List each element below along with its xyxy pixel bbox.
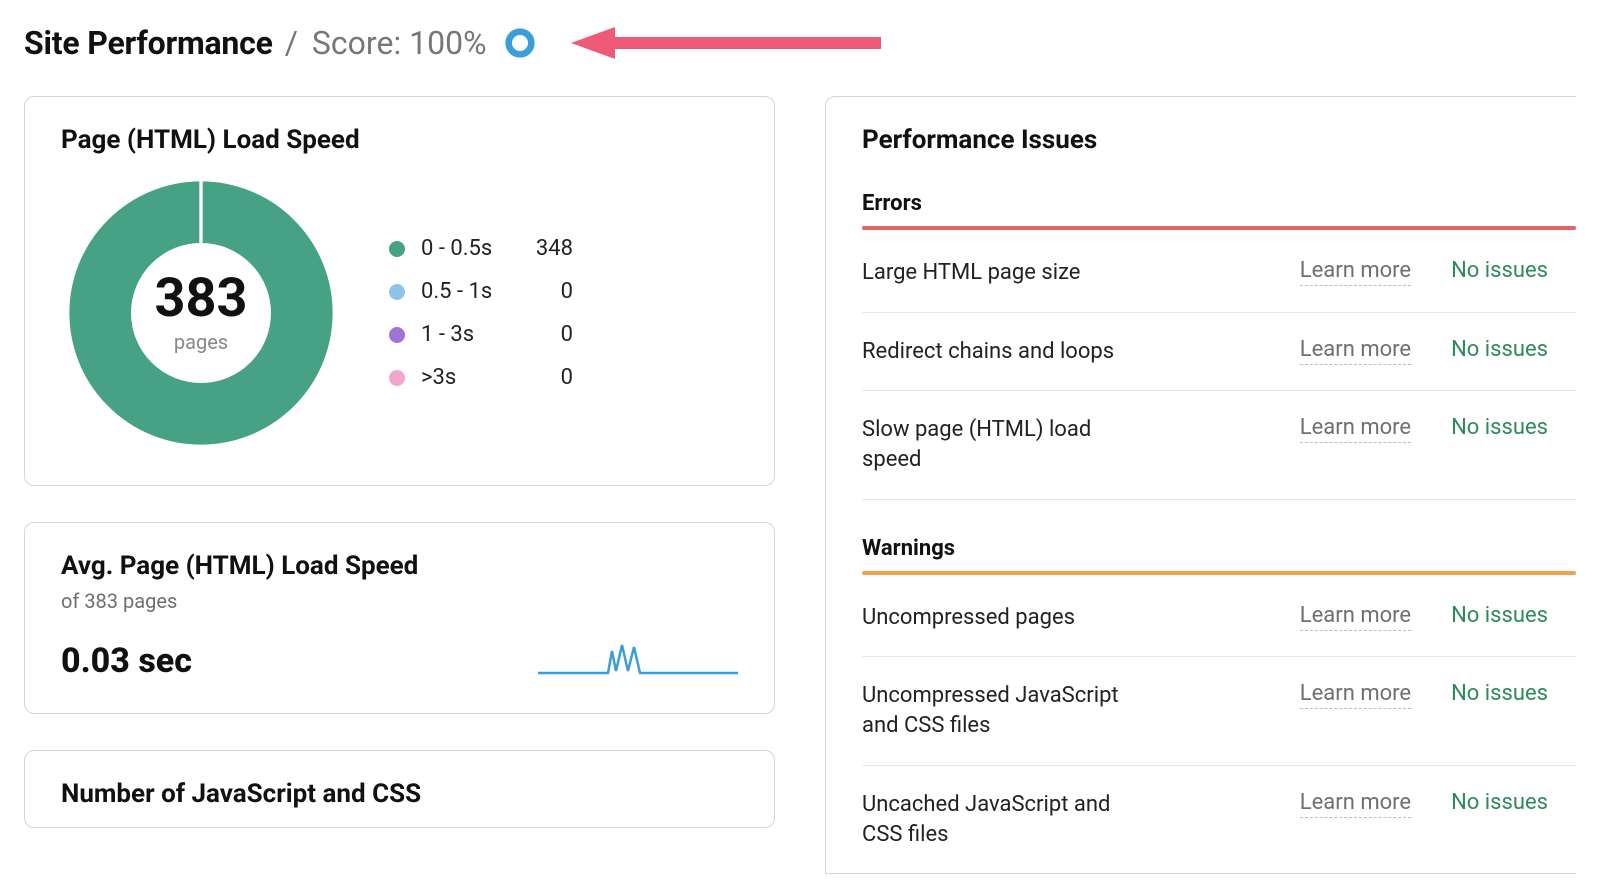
issue-row: Slow page (HTML) load speed Learn more N… [862,391,1576,499]
learn-more-link[interactable]: Learn more [1300,603,1411,631]
issue-row: Uncompressed JavaScript and CSS files Le… [862,657,1576,765]
legend-value: 348 [525,236,573,261]
page-header: Site Performance / Score: 100% [24,24,1576,62]
errors-heading: Errors [862,191,1576,226]
legend-dot-icon [389,241,405,257]
learn-more-link[interactable]: Learn more [1300,337,1411,365]
issue-name: Slow page (HTML) load speed [862,415,1142,474]
issue-status: No issues [1451,681,1548,706]
legend-dot-icon [389,370,405,386]
score-donut-icon [503,26,537,60]
donut-unit: pages [174,330,228,354]
warnings-separator [862,571,1576,575]
issue-row: Uncached JavaScript and CSS files Learn … [862,766,1576,873]
avg-load-speed-card: Avg. Page (HTML) Load Speed of 383 pages… [24,522,775,714]
errors-block: Errors Large HTML page size Learn more N… [862,191,1576,500]
load-speed-donut: 383 pages [61,173,341,453]
errors-separator [862,226,1576,230]
issue-row: Large HTML page size Learn more No issue… [862,234,1576,313]
issue-status: No issues [1451,790,1548,815]
performance-issues-card: Performance Issues Errors Large HTML pag… [825,96,1576,874]
warnings-block: Warnings Uncompressed pages Learn more N… [862,536,1576,873]
sparkline-icon [538,631,738,681]
learn-more-link[interactable]: Learn more [1300,681,1411,709]
load-speed-card: Page (HTML) Load Speed 383 pages 0 - 0.5… [24,96,775,486]
legend-label: 0 - 0.5s [421,236,511,261]
learn-more-link[interactable]: Learn more [1300,258,1411,286]
issue-status: No issues [1451,415,1548,440]
donut-legend: 0 - 0.5s 348 0.5 - 1s 0 1 - 3s 0 >3s 0 [389,236,573,390]
score-label: Score: 100% [312,24,487,62]
issue-row: Uncompressed pages Learn more No issues [862,579,1576,658]
issue-status: No issues [1451,337,1548,362]
issue-row: Redirect chains and loops Learn more No … [862,313,1576,392]
legend-dot-icon [389,327,405,343]
donut-total: 383 [155,272,248,326]
learn-more-link[interactable]: Learn more [1300,790,1411,818]
warnings-heading: Warnings [862,536,1576,571]
legend-dot-icon [389,284,405,300]
js-css-title: Number of JavaScript and CSS [61,779,738,809]
js-css-card: Number of JavaScript and CSS [24,750,775,828]
avg-subtitle: of 383 pages [61,589,738,613]
legend-value: 0 [525,322,573,347]
issue-name: Redirect chains and loops [862,337,1142,367]
legend-label: >3s [421,365,511,390]
issue-name: Uncached JavaScript and CSS files [862,790,1142,849]
legend-value: 0 [525,365,573,390]
legend-label: 1 - 3s [421,322,511,347]
issue-status: No issues [1451,603,1548,628]
left-column: Page (HTML) Load Speed 383 pages 0 - 0.5… [24,96,775,874]
annotation-arrow-icon [571,25,891,61]
right-column: Performance Issues Errors Large HTML pag… [825,96,1576,874]
avg-value: 0.03 sec [61,641,192,681]
issue-name: Uncompressed pages [862,603,1142,633]
issue-name: Large HTML page size [862,258,1142,288]
load-speed-title: Page (HTML) Load Speed [61,125,738,155]
legend-label: 0.5 - 1s [421,279,511,304]
learn-more-link[interactable]: Learn more [1300,415,1411,443]
issue-status: No issues [1451,258,1548,283]
issues-title: Performance Issues [862,125,1576,155]
legend-value: 0 [525,279,573,304]
issue-name: Uncompressed JavaScript and CSS files [862,681,1142,740]
header-separator: / [285,24,298,62]
avg-title: Avg. Page (HTML) Load Speed [61,551,738,581]
page-title: Site Performance [24,24,273,62]
